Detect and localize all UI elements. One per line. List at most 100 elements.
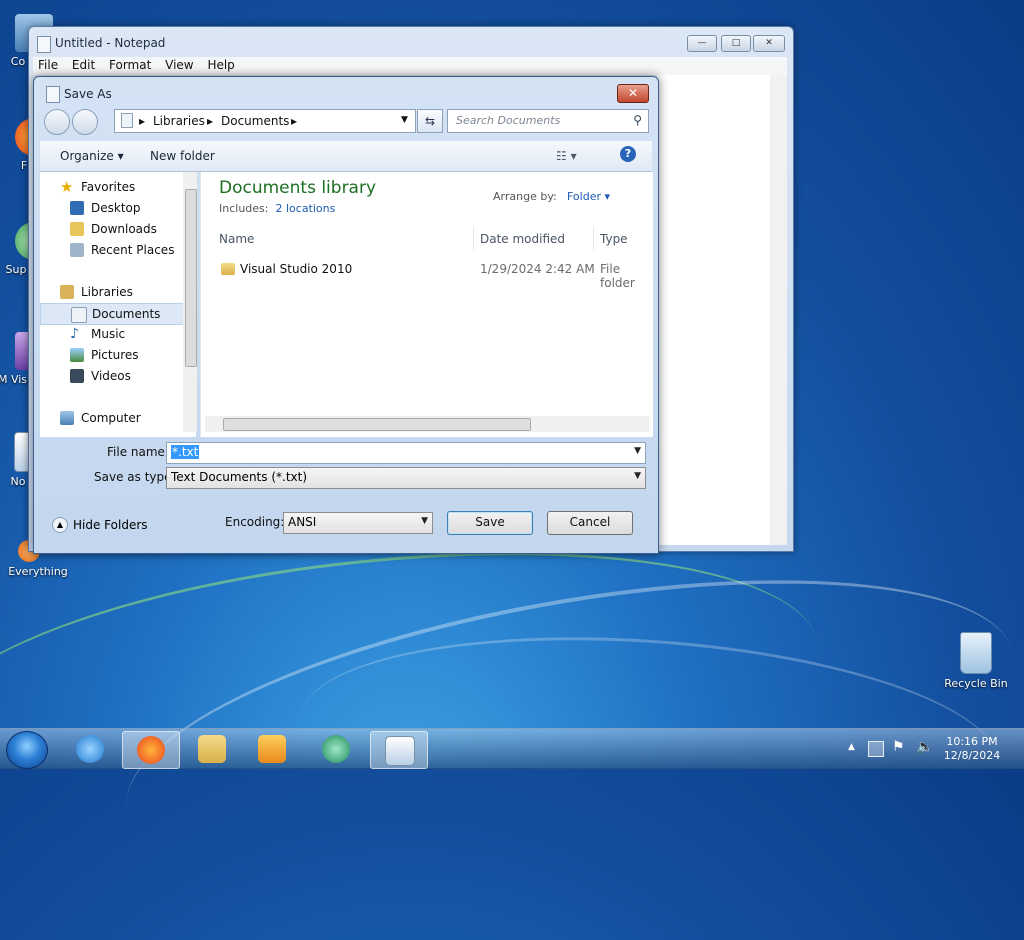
forward-button[interactable] [72,109,98,135]
nav-pictures[interactable]: Pictures [40,345,182,365]
taskbar-app-internet-explorer[interactable] [62,731,118,767]
search-placeholder: Search Documents [456,114,561,127]
desktop-icon-label: Everything [8,565,68,578]
search-input[interactable]: Search Documents ⚲ [447,109,649,133]
desktop-icon-label: No [10,475,26,488]
notepad-scrollbar[interactable] [770,75,787,545]
clock-time: 10:16 PM [946,735,998,748]
downloads-folder-icon [70,222,84,236]
taskbar-app-file-explorer[interactable] [184,731,240,767]
encoding-label: Encoding: [225,515,285,529]
arrange-by-dropdown[interactable]: Folder ▾ [567,190,610,203]
save-as-type-label: Save as type: [94,470,176,484]
nav-libraries[interactable]: Libraries [40,282,182,302]
firefox-icon [137,736,165,764]
chevron-down-icon: ▼ [634,471,641,481]
folder-icon [198,735,226,763]
nav-music[interactable]: ♪ Music [40,324,182,344]
dialog-close-button[interactable]: ✕ [617,84,649,103]
minimize-button[interactable]: — [687,35,717,52]
nav-favorites[interactable]: ★ Favorites [40,177,182,197]
save-button[interactable]: Save [447,511,533,535]
nav-downloads[interactable]: Downloads [40,219,182,239]
file-name-value: *.txt [171,445,200,459]
taskbar-app-notepad[interactable] [370,731,428,769]
view-options-icon[interactable]: ☷ ▾ [556,149,577,163]
system-tray: ▲ ⚑ 🔈 10:16 PM 12/8/2024 [842,729,1024,769]
new-folder-button[interactable]: New folder [150,149,215,163]
column-header-date[interactable]: Date modified [480,232,565,246]
desktop-icon-label: F [20,159,28,172]
library-title: Documents library [219,178,377,198]
navigation-scroll-thumb[interactable] [185,189,197,367]
address-dropdown-icon[interactable]: ▼ [401,115,408,125]
nav-computer[interactable]: Computer [40,408,182,428]
nav-documents[interactable]: Documents [40,303,184,325]
organize-button[interactable]: Organize ▾ [60,149,124,163]
clock-date: 12/8/2024 [943,749,1001,762]
chevron-up-icon: ▲ [52,517,68,533]
taskbar-app-media-player[interactable] [244,731,300,767]
nav-videos[interactable]: Videos [40,366,182,386]
desktop-icon-label: Co [10,55,26,68]
menu-view[interactable]: View [160,57,198,73]
recycle-bin-icon [960,632,992,674]
chevron-down-icon: ▼ [421,516,428,526]
notepad-title: Untitled - Notepad [55,36,166,50]
folder-icon [121,113,133,128]
encoding-select[interactable]: ANSI ▼ [283,512,433,534]
chevron-down-icon[interactable]: ▼ [634,446,641,456]
save-as-dialog: Save As ✕ ▸ Libraries ▸ Documents ▸ ▼ ⇆ … [33,76,659,554]
breadcrumb-separator-icon: ▸ [207,114,214,128]
breadcrumb-separator-icon: ▸ [139,114,146,128]
search-icon: ⚲ [633,113,642,127]
close-button[interactable]: ✕ [753,35,785,52]
desktop-icon-recycle-bin[interactable]: Recycle Bin [940,632,1012,690]
menu-help[interactable]: Help [202,57,239,73]
help-icon[interactable]: ? [620,146,636,162]
media-player-icon [258,735,286,763]
horizontal-scrollbar[interactable] [205,416,649,432]
column-header-name[interactable]: Name [219,232,254,246]
cancel-button[interactable]: Cancel [547,511,633,535]
maximize-button[interactable]: □ [721,35,751,52]
clock[interactable]: 10:16 PM 12/8/2024 [942,735,1002,763]
dialog-app-icon [46,86,60,103]
horizontal-scroll-thumb[interactable] [223,418,531,431]
app-icon [322,735,350,763]
column-header-type[interactable]: Type [600,232,628,246]
breadcrumb-documents[interactable]: Documents [221,114,289,128]
refresh-button[interactable]: ⇆ [417,109,443,133]
menu-format[interactable]: Format [104,57,156,73]
recent-places-icon [70,243,84,257]
volume-muted-icon[interactable]: 🔈 [916,739,933,755]
internet-explorer-icon [76,735,104,763]
notepad-text-area[interactable] [657,75,787,545]
locations-link[interactable]: 2 locations [275,202,335,215]
save-as-type-select[interactable]: Text Documents (*.txt) ▼ [166,467,646,489]
address-bar[interactable]: ▸ Libraries ▸ Documents ▸ ▼ [114,109,416,133]
arrange-by-label: Arrange by: [493,190,557,203]
computer-icon [60,411,74,425]
dialog-toolbar: Organize ▾ New folder ☷ ▾ ? [40,141,652,172]
show-hidden-icons-icon[interactable]: ▲ [848,742,855,752]
pictures-icon [70,348,84,362]
start-button[interactable] [6,731,48,769]
taskbar-app-other[interactable] [308,731,364,767]
network-icon[interactable] [868,741,884,757]
dialog-title: Save As [64,87,112,101]
nav-desktop[interactable]: Desktop [40,198,182,218]
menu-file[interactable]: File [33,57,63,73]
notepad-app-icon [37,36,51,53]
documents-icon [71,307,87,323]
action-center-flag-icon[interactable]: ⚑ [892,739,905,755]
nav-recent-places[interactable]: Recent Places [40,240,182,260]
taskbar-app-firefox[interactable] [122,731,180,769]
menu-edit[interactable]: Edit [67,57,100,73]
music-icon: ♪ [70,326,79,342]
back-button[interactable] [44,109,70,135]
file-name-label: File name: [107,445,169,459]
file-name-input[interactable]: *.txt ▼ [166,442,646,464]
breadcrumb-libraries[interactable]: Libraries [153,114,205,128]
file-name: Visual Studio 2010 [240,262,353,276]
